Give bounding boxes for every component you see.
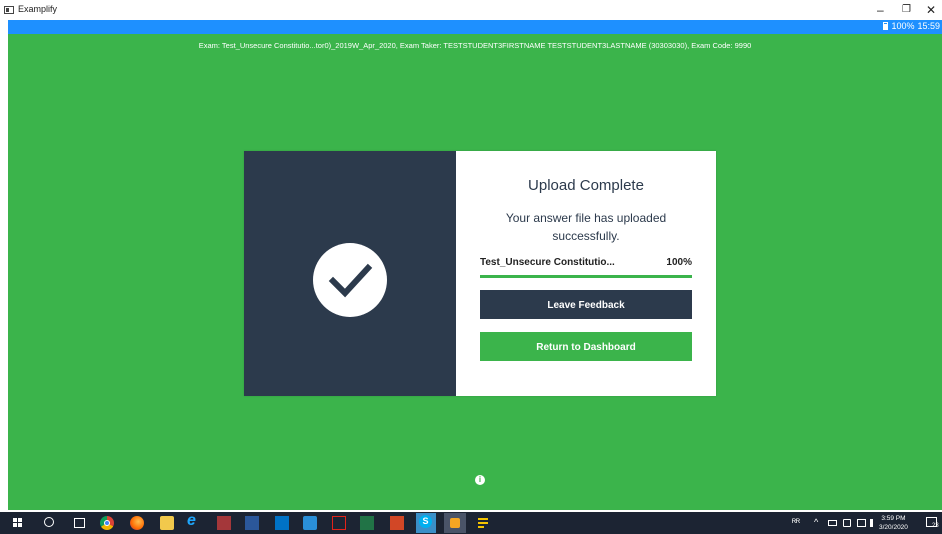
sticky-notes-icon[interactable] [478, 518, 488, 528]
network-icon[interactable] [843, 519, 851, 527]
battery-level: 100% [891, 21, 915, 31]
maximize-button[interactable]: ❐ [902, 2, 911, 18]
battery-icon [883, 22, 889, 30]
close-button[interactable]: ✕ [926, 2, 936, 18]
upload-title: Upload Complete [528, 177, 644, 194]
clock-time: 3:59 PM [881, 515, 906, 522]
windows-start-icon[interactable] [13, 518, 23, 528]
acrobat-icon[interactable] [332, 516, 346, 530]
internet-explorer-icon[interactable]: e [187, 512, 201, 529]
taskbar-clock[interactable]: 3:59 PM 3/20/2020 [879, 514, 908, 532]
app-window-icon [4, 6, 14, 14]
minimize-button[interactable]: – [877, 2, 884, 18]
checkmark-glyph [328, 263, 373, 298]
progress-bar [480, 275, 692, 278]
file-explorer-icon[interactable] [160, 516, 174, 530]
leave-feedback-button[interactable]: Leave Feedback [480, 290, 692, 319]
status-bar: 100% 15:59 [8, 20, 942, 34]
excel-icon[interactable] [360, 516, 374, 530]
chevron-up-icon[interactable]: ^ [814, 517, 818, 527]
outlook-icon[interactable] [275, 516, 289, 530]
windows-taskbar: e ᴿᴿ ^ 3:59 PM 3/20/2020 23 [0, 512, 942, 534]
card-right-panel: Upload Complete Your answer file has upl… [456, 151, 716, 396]
status-time: 15:59 [917, 21, 940, 31]
search-icon[interactable] [44, 517, 54, 527]
window-titlebar: Examplify – ❐ ✕ [0, 0, 942, 20]
notification-count: 23 [932, 523, 939, 529]
info-icon[interactable]: i [475, 475, 485, 485]
progress-bar-fill [480, 275, 692, 278]
main-content: Exam: Test_Unsecure Constitutio...tor0)_… [8, 34, 942, 510]
card-left-panel [244, 151, 456, 396]
examplify-taskbar-icon[interactable] [444, 513, 466, 533]
powerpoint-icon[interactable] [390, 516, 404, 530]
upload-message: Your answer file has uploaded successful… [505, 211, 667, 243]
battery-tray-icon[interactable] [828, 520, 837, 526]
file-progress-row: Test_Unsecure Constitutio... 100% [480, 257, 692, 268]
file-name: Test_Unsecure Constitutio... [480, 257, 615, 268]
return-to-dashboard-button[interactable]: Return to Dashboard [480, 332, 692, 361]
task-view-icon[interactable] [74, 518, 85, 528]
window-title: Examplify [18, 4, 58, 14]
progress-percent: 100% [666, 257, 692, 268]
clock-date: 3/20/2020 [879, 524, 908, 531]
people-icon[interactable]: ᴿᴿ [792, 517, 800, 527]
skype-icon[interactable] [416, 513, 436, 533]
status-indicators: 100% 15:59 [883, 21, 940, 31]
access-icon[interactable] [217, 516, 231, 530]
chrome-icon[interactable] [100, 516, 114, 530]
volume-icon[interactable] [870, 519, 876, 527]
word-icon[interactable] [245, 516, 259, 530]
exam-info-banner: Exam: Test_Unsecure Constitutio...tor0)_… [198, 41, 752, 50]
checkmark-icon [313, 243, 387, 317]
display-icon[interactable] [857, 519, 866, 527]
pinned-app-icon[interactable] [303, 516, 317, 530]
firefox-icon[interactable] [130, 516, 144, 530]
upload-complete-card: Upload Complete Your answer file has upl… [244, 151, 716, 396]
